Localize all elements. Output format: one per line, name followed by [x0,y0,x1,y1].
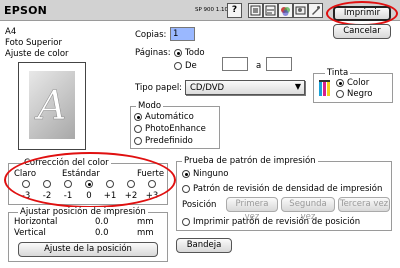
summary-color: Ajuste de color [5,49,69,59]
summary-quality: Foto Superior [5,38,62,48]
position-vertical-unit: mm [137,228,154,238]
pattern-none-radio[interactable] [182,170,190,178]
first-time-button[interactable]: Primera vez [226,197,278,222]
tray-button[interactable]: Bandeja [176,238,232,253]
ink-color-label: Color [347,78,370,88]
preview-icon[interactable] [293,3,308,18]
position-horizontal-label: Horizontal [14,217,58,227]
ink-color-radio[interactable] [336,79,344,87]
help-icon[interactable]: ? [227,3,242,18]
pattern-print-pos-radio[interactable] [182,218,190,226]
ink-cartridge-icon [318,79,332,99]
paper-type-label: Tipo papel: [135,83,183,93]
pattern-density-label: Patrón de revisión de densidad de impres… [193,184,383,194]
cancel-button[interactable]: Cancelar [333,24,391,39]
summary-paper-size: A4 [5,27,17,37]
pages-to-label: a [256,61,262,71]
ink-black-radio[interactable] [336,90,344,98]
position-horizontal-value: 0.0 [95,217,109,227]
page-preview: A [18,62,86,150]
pattern-density-radio[interactable] [182,185,190,193]
adjust-position-button[interactable]: Ajuste de la posición [18,242,158,257]
pages-all-label: Todo [185,48,205,58]
color-settings-icon[interactable] [278,3,293,18]
ink-group-title: Tinta [325,68,351,78]
third-time-button[interactable]: Tercera vez [338,197,390,212]
chevron-down-icon: ▼ [294,82,301,91]
copies-label: Copias: [135,30,167,40]
mode-group-title: Modo [136,101,164,111]
mode-preset-label: Predefinido [145,136,193,146]
pages-to-input[interactable] [266,57,292,71]
second-time-button[interactable]: Segunda vez [281,197,335,222]
pages-from-input[interactable] [222,57,248,71]
svg-text:A: A [34,83,67,129]
pattern-none-label: Ninguno [193,169,229,179]
mode-preset-radio[interactable] [134,137,142,145]
pattern-print-pos-label: Imprimir patrón de revisión de posición [193,217,361,227]
copies-input[interactable]: 1 [170,27,195,41]
color-correction-highlight [4,152,176,208]
mode-auto-radio[interactable] [134,113,142,121]
preview-image: A [29,71,75,139]
paper-type-value: CD/DVD [190,83,225,93]
position-vertical-label: Vertical [14,228,46,238]
pattern-group-title: Prueba de patrón de impresión [182,156,318,166]
layout-icon[interactable] [248,3,263,18]
pages-range-radio[interactable] [174,62,182,70]
paper-type-select[interactable]: CD/DVD ▼ [185,80,305,95]
print-highlight [326,1,398,26]
position-group-title: Ajustar posición de impresión [18,207,148,217]
mode-enhance-radio[interactable] [134,125,142,133]
pages-all-radio[interactable] [174,49,182,57]
epson-logo: EPSON [4,4,48,17]
pages-range-label: De [185,61,197,71]
pages-label: Páginas: [135,48,171,58]
pattern-position-label: Posición [182,200,217,210]
position-horizontal-unit: mm [137,217,154,227]
mode-auto-label: Automático [145,112,194,122]
utility-icon[interactable] [308,3,323,18]
settings-icon[interactable] [263,3,278,18]
position-vertical-value: 0.0 [95,228,109,238]
ink-black-label: Negro [347,89,373,99]
preview-letter-glyph: A [33,83,67,130]
mode-enhance-label: PhotoEnhance [145,124,206,134]
